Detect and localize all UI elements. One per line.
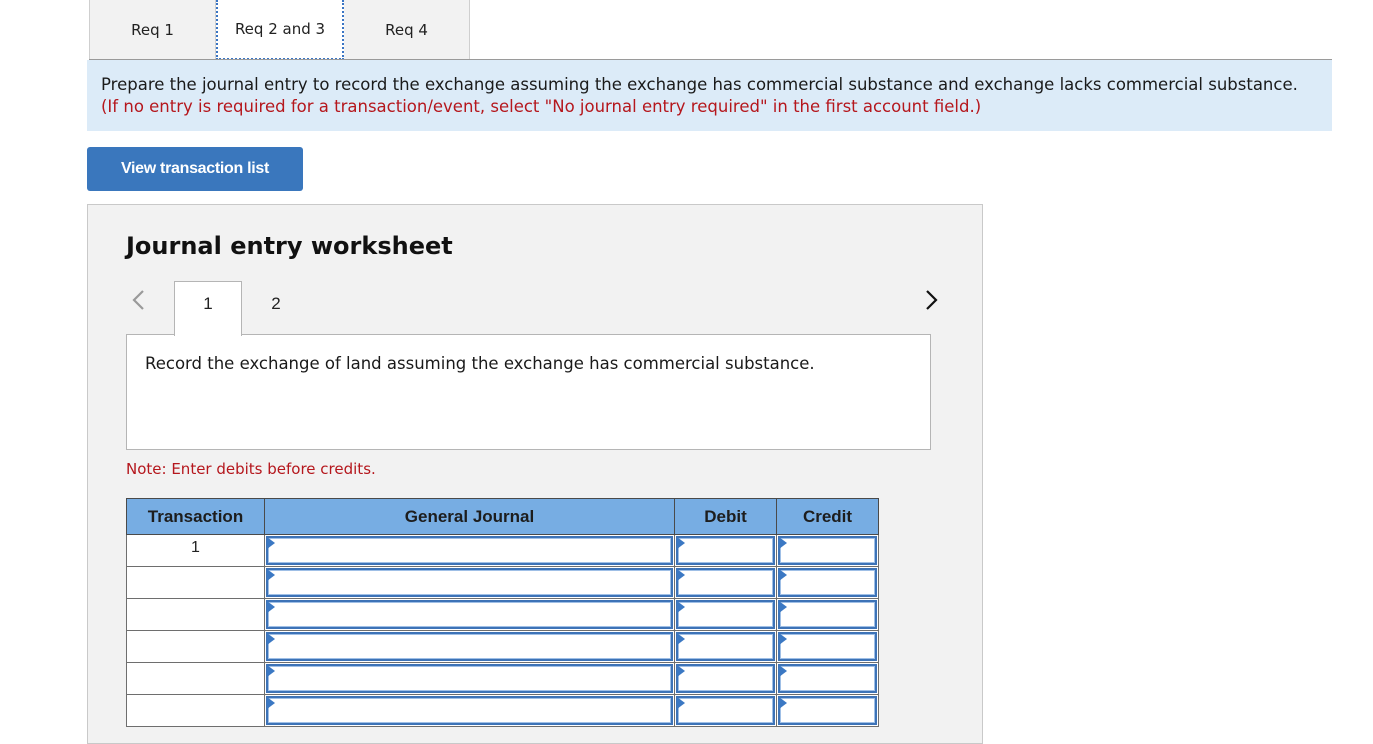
credit-input-cell: [776, 598, 879, 631]
credit-input-cell: [776, 694, 879, 727]
credit-input[interactable]: [778, 664, 877, 693]
account-select-cell: [264, 598, 675, 631]
debit-input-cell: [674, 694, 777, 727]
credit-input[interactable]: [778, 696, 877, 725]
instruction-banner: Prepare the journal entry to record the …: [87, 60, 1332, 131]
tab-req-2-and-3[interactable]: Req 2 and 3: [216, 0, 344, 60]
credit-input[interactable]: [778, 632, 877, 661]
debit-input[interactable]: [676, 632, 775, 661]
entry-tab-2[interactable]: 2: [242, 281, 310, 336]
transaction-number: [126, 566, 265, 599]
account-select[interactable]: [266, 664, 673, 693]
transaction-number: [126, 630, 265, 663]
credit-input[interactable]: [778, 568, 877, 597]
journal-table: Transaction General Journal Debit Credit…: [126, 498, 879, 727]
header-general-journal: General Journal: [264, 498, 675, 535]
debit-input[interactable]: [676, 536, 775, 565]
tab-req-4[interactable]: Req 4: [344, 0, 470, 60]
header-transaction: Transaction: [126, 498, 265, 535]
debit-input[interactable]: [676, 600, 775, 629]
debit-input-cell: [674, 566, 777, 599]
debit-input[interactable]: [676, 568, 775, 597]
header-credit: Credit: [776, 498, 879, 535]
transaction-number: [126, 598, 265, 631]
debit-input[interactable]: [676, 696, 775, 725]
table-row: 1: [126, 534, 879, 567]
table-row: [126, 598, 879, 631]
next-entry-button[interactable]: [922, 287, 942, 313]
credit-input-cell: [776, 662, 879, 695]
account-select-cell: [264, 694, 675, 727]
credit-input[interactable]: [778, 536, 877, 565]
worksheet-title: Journal entry worksheet: [126, 232, 453, 260]
debit-input-cell: [674, 662, 777, 695]
credit-input-cell: [776, 534, 879, 567]
account-select[interactable]: [266, 568, 673, 597]
table-header-row: Transaction General Journal Debit Credit: [126, 498, 879, 535]
account-select-cell: [264, 662, 675, 695]
debits-credits-note: Note: Enter debits before credits.: [126, 460, 376, 478]
table-row: [126, 694, 879, 727]
chevron-left-icon: [132, 290, 144, 310]
transaction-number: [126, 694, 265, 727]
account-select[interactable]: [266, 632, 673, 661]
account-select[interactable]: [266, 600, 673, 629]
account-select[interactable]: [266, 536, 673, 565]
credit-input-cell: [776, 630, 879, 663]
journal-entry-worksheet: Journal entry worksheet 1 2 Record the e…: [87, 204, 983, 744]
table-row: [126, 630, 879, 663]
debit-input-cell: [674, 630, 777, 663]
debit-input[interactable]: [676, 664, 775, 693]
tab-req-1[interactable]: Req 1: [89, 0, 216, 60]
chevron-right-icon: [926, 290, 938, 310]
credit-input[interactable]: [778, 600, 877, 629]
table-row: [126, 566, 879, 599]
credit-input-cell: [776, 566, 879, 599]
account-select-cell: [264, 630, 675, 663]
table-row: [126, 662, 879, 695]
account-select-cell: [264, 566, 675, 599]
account-select[interactable]: [266, 696, 673, 725]
entry-description: Record the exchange of land assuming the…: [126, 334, 931, 450]
account-select-cell: [264, 534, 675, 567]
instruction-hint: (If no entry is required for a transacti…: [101, 97, 982, 116]
transaction-number: [126, 662, 265, 695]
previous-entry-button[interactable]: [128, 287, 148, 313]
transaction-number: 1: [126, 534, 265, 567]
entry-tab-1[interactable]: 1: [174, 281, 242, 336]
debit-input-cell: [674, 598, 777, 631]
instruction-text: Prepare the journal entry to record the …: [101, 75, 1298, 94]
requirement-tabs: Req 1 Req 2 and 3 Req 4: [89, 0, 470, 60]
header-debit: Debit: [674, 498, 777, 535]
debit-input-cell: [674, 534, 777, 567]
view-transaction-list-button[interactable]: View transaction list: [87, 147, 303, 191]
